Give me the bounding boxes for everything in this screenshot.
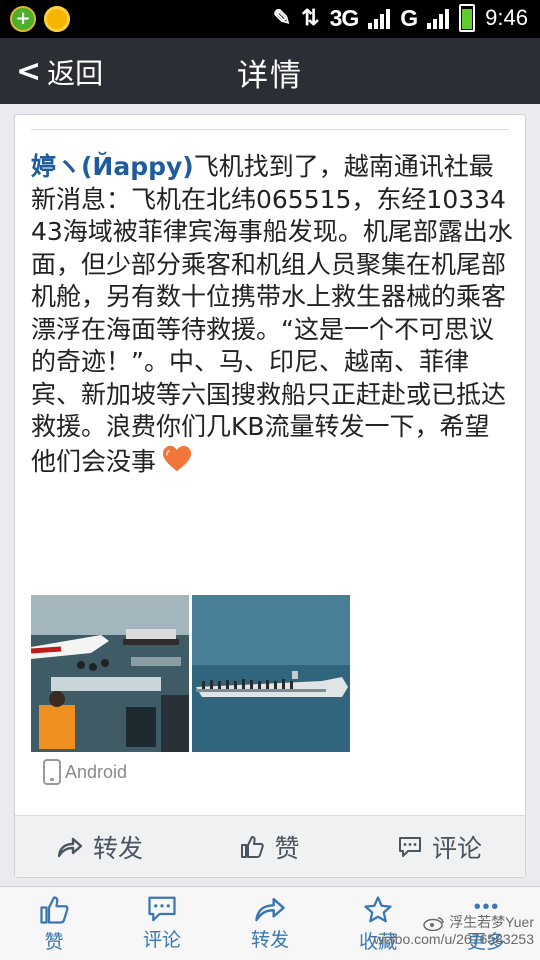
signal-g-icon bbox=[427, 7, 450, 29]
weibo-logo-icon bbox=[423, 916, 444, 931]
repost-button[interactable]: 转发 bbox=[15, 816, 185, 877]
network-3g-label: 3G bbox=[329, 4, 360, 31]
watermark: 浮生若梦Yuer weibo.com/u/2676583253 bbox=[374, 914, 534, 948]
source-label: Android bbox=[65, 761, 128, 782]
comment-label: 评论 bbox=[431, 833, 482, 863]
post-text: 婷ヽ(Йappy)飞机找到了，越南通讯社最新消息：飞机在北纬065515，东经1… bbox=[31, 151, 513, 478]
thumbs-up-icon bbox=[40, 896, 69, 924]
like-button[interactable]: 赞 bbox=[185, 816, 355, 877]
tab-repost-label: 转发 bbox=[250, 929, 289, 951]
repost-label: 转发 bbox=[92, 833, 143, 863]
status-bar: + ✎ ⇅ 3G G 9:46 bbox=[0, 0, 540, 38]
watermark-user: 浮生若梦Yuer bbox=[449, 914, 534, 930]
signal-3g-icon bbox=[368, 7, 391, 29]
post-source: Android bbox=[43, 759, 127, 785]
sun-icon bbox=[44, 6, 70, 32]
share-arrow-icon bbox=[57, 837, 83, 857]
tab-like[interactable]: 赞 bbox=[0, 887, 108, 960]
post-actions: 转发 赞 评论 bbox=[15, 815, 525, 877]
tab-like-label: 赞 bbox=[44, 931, 64, 953]
battery-icon bbox=[459, 4, 476, 32]
notification-plus-icon: + bbox=[10, 6, 36, 32]
phone-icon bbox=[43, 759, 61, 785]
comment-icon bbox=[148, 896, 176, 922]
nav-bar: < 返回 详情 bbox=[0, 38, 540, 104]
divider bbox=[31, 129, 509, 130]
comment-button[interactable]: 评论 bbox=[355, 816, 525, 877]
network-g-label: G bbox=[400, 4, 418, 31]
comment-icon bbox=[398, 836, 421, 857]
post-body: 飞机找到了，越南通讯社最新消息：飞机在北纬065515，东经1033443海域被… bbox=[31, 152, 513, 476]
photo-thumbnail[interactable] bbox=[31, 595, 189, 752]
data-transfer-icon: ⇅ bbox=[301, 5, 320, 30]
like-label: 赞 bbox=[274, 833, 300, 863]
tab-comment-label: 评论 bbox=[142, 929, 181, 951]
post-card: 婷ヽ(Йappy)飞机找到了，越南通讯社最新消息：飞机在北纬065515，东经1… bbox=[14, 114, 526, 878]
clock: 9:46 bbox=[485, 5, 528, 30]
photo-grid bbox=[31, 595, 350, 752]
heart-emoji-icon bbox=[162, 445, 192, 471]
edit-icon: ✎ bbox=[272, 5, 292, 30]
page-title: 详情 bbox=[237, 58, 303, 94]
author-name[interactable]: 婷ヽ(Йappy) bbox=[31, 152, 194, 181]
watermark-url: weibo.com/u/2676583253 bbox=[373, 931, 534, 947]
thumbs-up-icon bbox=[241, 835, 265, 858]
tab-comment[interactable]: 评论 bbox=[108, 887, 216, 960]
tab-repost[interactable]: 转发 bbox=[216, 887, 324, 960]
photo-thumbnail[interactable] bbox=[192, 595, 350, 752]
share-arrow-icon bbox=[255, 897, 285, 922]
